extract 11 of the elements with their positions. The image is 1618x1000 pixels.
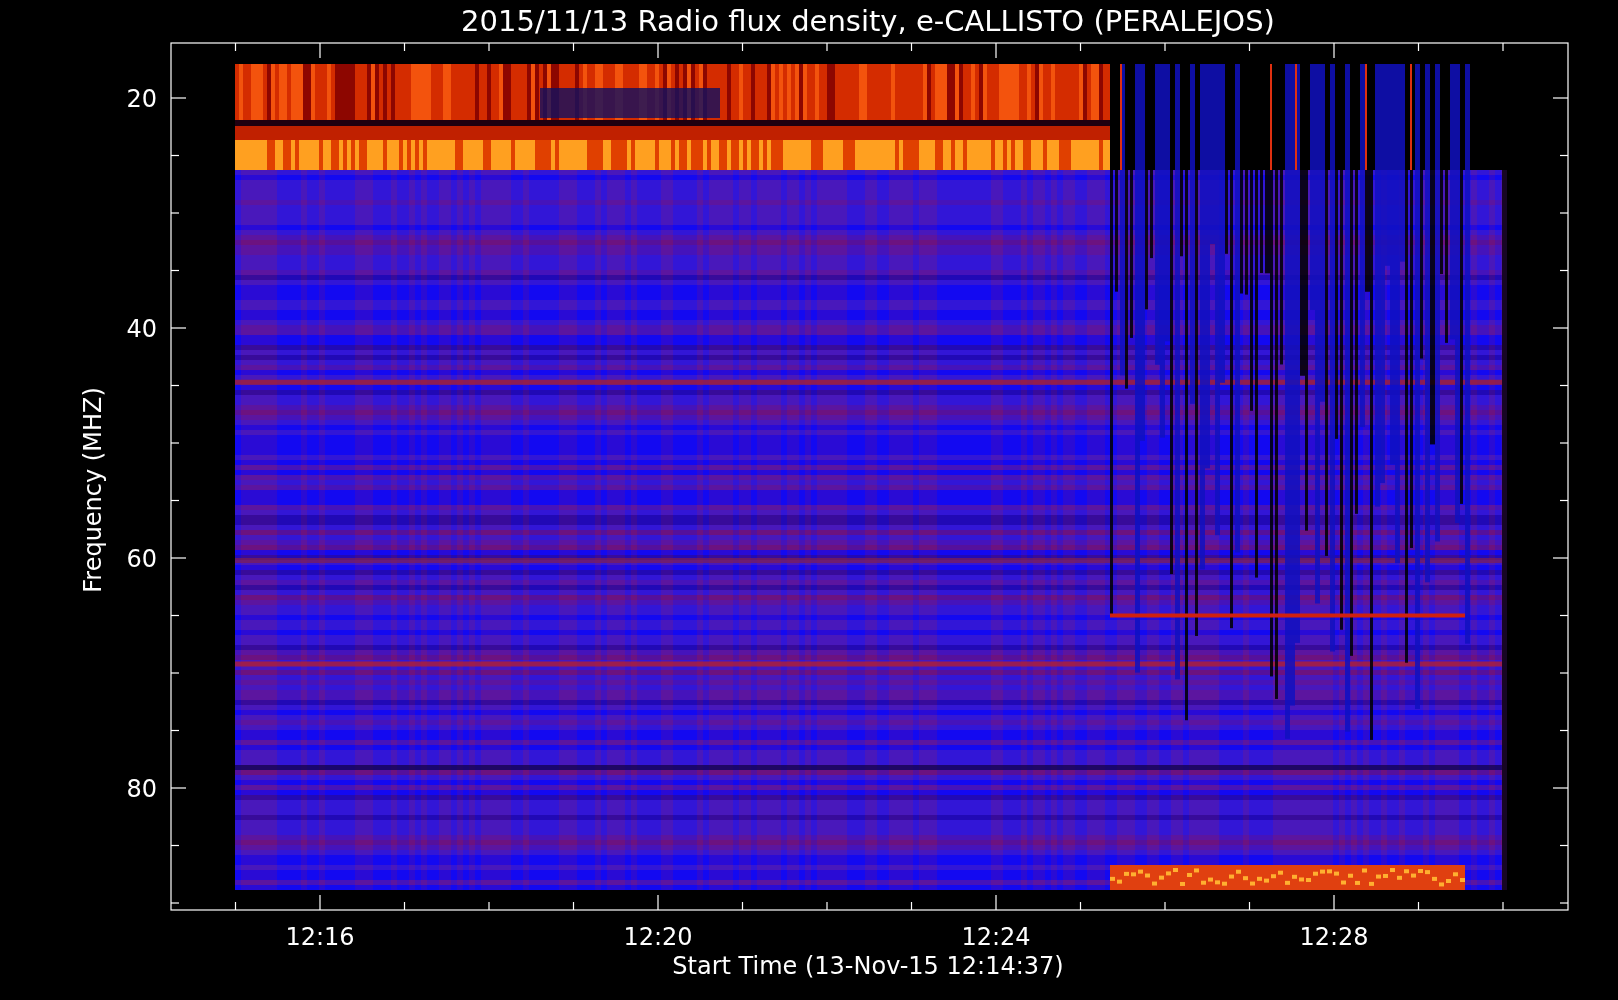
x-tick-label: 12:16	[285, 923, 355, 951]
y-tick-label: 20	[126, 85, 157, 113]
x-axis-label: Start Time (13-Nov-15 12:14:37)	[672, 952, 1064, 980]
y-axis-label: Frequency (MHZ)	[79, 387, 107, 593]
x-tick-label: 12:20	[623, 923, 693, 951]
y-tick-label: 40	[126, 315, 157, 343]
y-tick-label: 80	[126, 775, 157, 803]
chart-title: 2015/11/13 Radio flux density, e-CALLISTO (PERALEJOS)	[461, 4, 1275, 38]
x-tick-label: 12:28	[1299, 923, 1369, 951]
x-tick-label: 12:24	[961, 923, 1031, 951]
y-tick-label: 60	[126, 545, 157, 573]
